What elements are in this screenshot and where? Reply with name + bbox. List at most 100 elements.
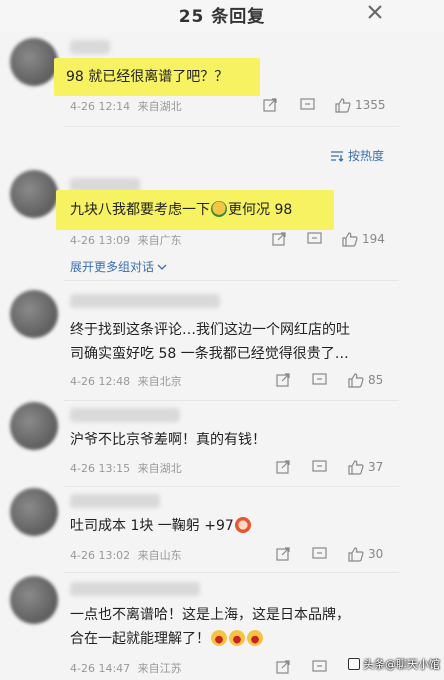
emoji-icon: [211, 630, 227, 646]
comment-button[interactable]: [312, 371, 327, 389]
avatar[interactable]: [10, 38, 58, 86]
comment-text: 98 就已经很离谱了吧？？: [66, 69, 229, 85]
share-icon: [276, 373, 290, 387]
divider: [64, 400, 399, 401]
share-button[interactable]: [276, 458, 290, 476]
emoji-icon: [247, 630, 263, 646]
like-button[interactable]: 37: [348, 458, 383, 476]
reply-page: 25 条回复 98 就已经很离谱了吧？？ 4-26 12:14 来自湖北 135…: [0, 0, 444, 680]
divider: [64, 126, 399, 127]
close-icon: [368, 5, 382, 19]
comment-text-line1: 一点也不离谱哈！这是上海，这是日本品牌，: [70, 607, 350, 623]
sort-label: 按热度: [348, 149, 385, 163]
comment-icon: [307, 232, 322, 244]
close-button[interactable]: [364, 0, 386, 24]
comment-date: 4-26 14:47: [70, 662, 131, 675]
sort-button[interactable]: 按热度: [330, 147, 384, 164]
share-icon: [276, 660, 290, 674]
divider: [64, 572, 399, 573]
comment-button[interactable]: [312, 545, 327, 563]
username[interactable]: [70, 40, 110, 54]
comment-icon: [312, 547, 327, 559]
comment-text-line2: 合在一起就能理解了！: [70, 627, 264, 651]
comment-text-line2: 司确实蛮好吃 58 一条我都已经觉得很贵了…: [70, 346, 349, 362]
share-icon: [263, 98, 277, 112]
comment-date: 4-26 13:09: [70, 234, 131, 247]
avatar[interactable]: [10, 170, 58, 218]
emoji-icon: [234, 517, 251, 533]
comment-text-suffix: 更何况 98: [228, 202, 293, 218]
comment-date: 4-26 13:15: [70, 462, 131, 475]
comment-button[interactable]: [307, 230, 322, 248]
sort-icon: [331, 150, 344, 162]
share-icon: [276, 547, 290, 561]
comment-button[interactable]: [312, 658, 327, 676]
comment-text-line2-body: 合在一起就能理解了！: [70, 631, 210, 647]
like-count: 85: [368, 373, 384, 387]
comment-icon: [312, 373, 327, 385]
share-button[interactable]: [276, 371, 290, 389]
like-count: 1355: [355, 98, 386, 112]
comment-location: 来自江苏: [137, 662, 182, 675]
username[interactable]: [70, 408, 180, 422]
like-icon: [342, 231, 358, 247]
header: 25 条回复: [0, 0, 444, 32]
comment-icon: [312, 660, 327, 672]
comment-text: 吐司成本 1块 一鞠躬 +97: [70, 514, 252, 538]
watermark-text: 头条@聊天小馆: [363, 658, 440, 671]
share-button[interactable]: [263, 96, 277, 114]
share-button[interactable]: [276, 545, 290, 563]
like-button[interactable]: 85: [348, 371, 383, 389]
expand-label: 展开更多组对话: [70, 260, 155, 274]
like-button[interactable]: 194: [342, 230, 385, 248]
comment-text: 沪爷不比京爷差啊！真的有钱！: [70, 432, 266, 448]
watermark-logo-icon: [348, 658, 360, 670]
comment-location: 来自湖北: [137, 462, 182, 475]
like-icon: [348, 372, 364, 388]
comment-button[interactable]: [312, 458, 327, 476]
share-button[interactable]: [272, 230, 286, 248]
comment-location: 来自广东: [137, 234, 182, 247]
comment-text: 九块八我都要考虑一下 更何况 98: [70, 198, 292, 222]
like-button[interactable]: 1355: [335, 96, 386, 114]
avatar[interactable]: [10, 290, 58, 338]
expand-conversations-link[interactable]: 展开更多组对话: [70, 258, 167, 275]
avatar[interactable]: [10, 488, 58, 536]
like-icon: [348, 459, 364, 475]
watermark: 头条@聊天小馆: [348, 656, 440, 672]
comment-meta: 4-26 13:09 来自广东: [70, 232, 182, 248]
comment-date: 4-26 12:14: [70, 100, 131, 113]
comment-location: 来自湖北: [137, 100, 182, 113]
username[interactable]: [70, 494, 160, 508]
like-button[interactable]: 30: [348, 545, 383, 563]
comment-meta: 4-26 13:15 来自湖北: [70, 460, 182, 476]
like-icon: [348, 546, 364, 562]
username[interactable]: [70, 294, 220, 308]
comment-meta: 4-26 13:02 来自山东: [70, 547, 182, 563]
comment-icon: [312, 460, 327, 472]
share-icon: [272, 232, 286, 246]
emoji-icon: [229, 630, 245, 646]
comment-text-line1: 终于找到这条评论…我们这边一个网红店的吐: [70, 322, 350, 338]
comment-meta: 4-26 14:47 来自江苏: [70, 660, 182, 676]
comment-button[interactable]: [300, 96, 315, 114]
avatar[interactable]: [10, 402, 58, 450]
chevron-down-icon: [157, 264, 167, 270]
comment-text-prefix: 九块八我都要考虑一下: [70, 202, 210, 218]
like-icon: [335, 97, 351, 113]
comment-text-body: 吐司成本 1块 一鞠躬 +97: [70, 518, 234, 534]
comment-location: 来自山东: [137, 549, 182, 562]
comment-date: 4-26 12:48: [70, 375, 131, 388]
share-button[interactable]: [276, 658, 290, 676]
like-count: 194: [362, 232, 385, 246]
divider: [64, 280, 399, 281]
comment-date: 4-26 13:02: [70, 549, 131, 562]
comment-meta: 4-26 12:14 来自湖北: [70, 98, 182, 114]
username[interactable]: [70, 582, 200, 596]
share-icon: [276, 460, 290, 474]
comment-location: 来自北京: [137, 375, 182, 388]
avatar[interactable]: [10, 576, 58, 624]
like-count: 37: [368, 460, 384, 474]
divider: [64, 486, 399, 487]
comment-icon: [300, 98, 315, 110]
